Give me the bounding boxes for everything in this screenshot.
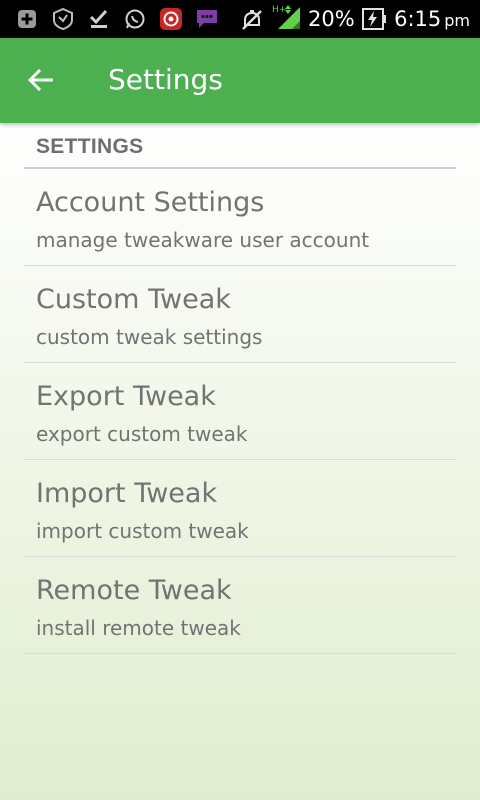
shield-icon xyxy=(52,8,74,30)
pref-title: Account Settings xyxy=(36,187,265,218)
pref-title: Export Tweak xyxy=(36,381,216,412)
pref-import-tweak[interactable]: Import Tweak import custom tweak xyxy=(24,460,456,557)
pref-summary: install remote tweak xyxy=(36,616,241,640)
pref-custom-tweak[interactable]: Custom Tweak custom tweak settings xyxy=(24,266,456,363)
arrow-left-icon xyxy=(27,68,53,92)
pref-title: Custom Tweak xyxy=(36,284,231,315)
check-download-icon xyxy=(88,8,110,30)
preference-list: Account Settings manage tweakware user a… xyxy=(24,169,456,654)
pref-title: Remote Tweak xyxy=(36,575,232,606)
status-bar: H+ 20% 6:15 pm xyxy=(0,0,480,38)
pref-remote-tweak[interactable]: Remote Tweak install remote tweak xyxy=(24,557,456,654)
back-button[interactable] xyxy=(22,60,62,100)
svg-text:H+: H+ xyxy=(272,5,286,15)
add-box-icon xyxy=(16,8,38,30)
pref-account-settings[interactable]: Account Settings manage tweakware user a… xyxy=(24,169,456,266)
page-title: Settings xyxy=(108,63,223,96)
section-header: SETTINGS xyxy=(36,135,144,158)
record-app-icon xyxy=(159,8,183,30)
signal-icon: H+ xyxy=(272,3,304,29)
clock: 6:15 pm xyxy=(394,7,470,33)
pref-export-tweak[interactable]: Export Tweak export custom tweak xyxy=(24,363,456,460)
battery-percent: 20% xyxy=(308,7,355,31)
clock-time: 6:15 xyxy=(394,7,442,31)
pref-summary: export custom tweak xyxy=(36,422,248,446)
battery-charging-icon xyxy=(362,8,386,30)
pref-summary: custom tweak settings xyxy=(36,325,263,349)
app-toolbar: Settings xyxy=(0,38,480,123)
pref-summary: manage tweakware user account xyxy=(36,228,370,252)
pref-summary: import custom tweak xyxy=(36,519,249,543)
whatsapp-icon xyxy=(124,8,146,30)
pref-title: Import Tweak xyxy=(36,478,218,509)
chat-icon xyxy=(195,8,219,30)
clock-ampm: pm xyxy=(444,11,470,30)
mute-icon xyxy=(240,8,264,30)
